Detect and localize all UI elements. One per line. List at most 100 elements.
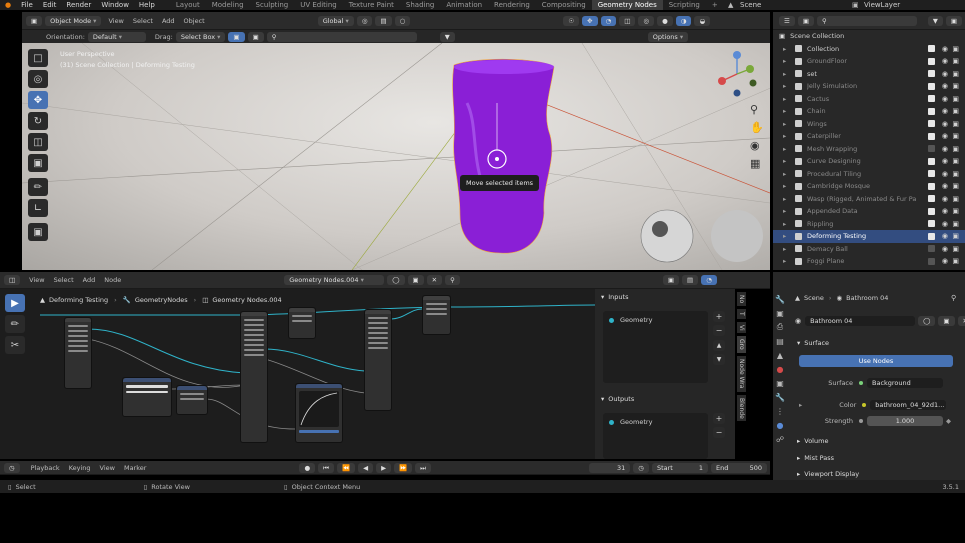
constraints-tab-icon[interactable]: ☍ [775, 434, 785, 444]
visibility-eye-icon[interactable]: ◉ [942, 170, 948, 178]
expand-arrow-icon[interactable]: ▸ [783, 107, 786, 115]
outliner-item[interactable]: ▸ Deforming Testing ◉ ▣ [773, 230, 965, 243]
render-camera-icon[interactable]: ▣ [952, 107, 959, 115]
select-mode-extend-icon[interactable]: ▣ [247, 31, 264, 42]
use-nodes-button[interactable]: Use Nodes [799, 355, 953, 367]
preview-range-icon[interactable]: ◷ [633, 462, 649, 473]
scene-tab-icon[interactable]: ▲ [775, 350, 785, 360]
scene-icon[interactable]: ▲ [728, 0, 733, 10]
editor-type-icon[interactable]: ▣ [26, 15, 43, 26]
keying-menu[interactable]: Keying [69, 464, 91, 472]
tab-blenderkit[interactable]: Blende [737, 394, 746, 422]
start-frame-field[interactable]: Start 1 [651, 462, 708, 473]
world-name-field[interactable]: Bathroom 04 [805, 316, 916, 326]
exclude-checkbox[interactable] [928, 207, 935, 215]
blender-logo-icon[interactable]: ● [0, 0, 16, 10]
playback-menu[interactable]: Playback [31, 464, 60, 472]
render-camera-icon[interactable]: ▣ [952, 257, 959, 265]
node-tree-selector[interactable]: Geometry Nodes.004 [284, 275, 385, 285]
view-layer-icon[interactable]: ▣ [852, 0, 859, 10]
render-camera-icon[interactable]: ▣ [952, 132, 959, 140]
outliner-search-field[interactable]: ⚲ [816, 15, 917, 26]
tab-animation[interactable]: Animation [440, 0, 488, 10]
tab-tool[interactable]: T [737, 309, 746, 319]
exclude-checkbox[interactable] [928, 170, 935, 178]
exclude-checkbox[interactable] [928, 120, 935, 128]
visibility-eye-icon[interactable]: ◉ [942, 57, 948, 65]
expand-arrow-icon[interactable]: ▸ [783, 232, 786, 240]
visibility-eye-icon[interactable]: ◉ [942, 182, 948, 190]
expand-arrow-icon[interactable]: ▸ [783, 132, 786, 140]
exclude-checkbox[interactable] [928, 245, 935, 253]
node-set-position[interactable] [240, 311, 268, 443]
expand-color-icon[interactable]: ▸ [799, 401, 802, 409]
filter-icon[interactable]: ▼ [439, 31, 455, 42]
shading-solid-icon[interactable]: ● [657, 15, 673, 26]
expand-arrow-icon[interactable]: ▸ [783, 145, 786, 153]
modifier-tab-icon[interactable]: 🔧 [775, 392, 785, 402]
node-join-geometry[interactable] [364, 309, 392, 411]
surface-panel-header[interactable]: ▾ Surface [797, 337, 829, 349]
outliner-scene-collection[interactable]: ▣ Scene Collection [773, 30, 965, 43]
tab-view[interactable]: Vi [737, 321, 746, 334]
scale-tool-icon[interactable]: ◫ [28, 133, 48, 151]
volume-panel-header[interactable]: ▸ Volume [797, 435, 828, 447]
jump-start-icon[interactable]: ⏮ [318, 462, 334, 473]
render-tab-icon[interactable]: ▣ [775, 308, 785, 318]
visibility-eye-icon[interactable]: ◉ [942, 157, 948, 165]
zoom-view-icon[interactable]: ⚲ [750, 103, 758, 116]
navigation-gizmo[interactable] [712, 49, 762, 99]
move-tool-icon[interactable]: ✥ [28, 91, 48, 109]
world-fake-user-icon[interactable]: ◯ [918, 316, 936, 326]
expand-arrow-icon[interactable]: ▸ [783, 195, 786, 203]
exclude-checkbox[interactable] [928, 57, 935, 65]
node-overlays-toggle-icon[interactable]: ◔ [701, 275, 717, 285]
node-group-output[interactable] [422, 295, 451, 335]
tab-compositing[interactable]: Compositing [536, 0, 592, 10]
node-math[interactable] [176, 385, 208, 415]
exclude-checkbox[interactable] [928, 232, 935, 240]
render-camera-icon[interactable]: ▣ [952, 220, 959, 228]
view-layer-tab-icon[interactable]: ▤ [775, 336, 785, 346]
expand-arrow-icon[interactable]: ▸ [783, 220, 786, 228]
annotate-tool-icon[interactable]: ✏ [28, 178, 48, 196]
scene-name[interactable]: Scene [740, 0, 761, 10]
physics-tab-icon[interactable]: ● [775, 420, 785, 430]
outliner-item[interactable]: ▸ Cactus ◉ ▣ [773, 93, 965, 106]
tab-geometry-nodes[interactable]: Geometry Nodes [591, 0, 663, 10]
outliner-item[interactable]: ▸ GroundFloor ◉ ▣ [773, 55, 965, 68]
jump-end-icon[interactable]: ⏭ [415, 462, 432, 473]
output-socket-geometry[interactable]: Geometry [603, 413, 708, 431]
selectability-icon[interactable]: ☉ [563, 15, 580, 26]
particles-tab-icon[interactable]: ⋮ [775, 406, 785, 416]
surface-shader-field[interactable]: Background [867, 377, 943, 388]
outliner-item[interactable]: ▸ Chain ◉ ▣ [773, 105, 965, 118]
tab-rendering[interactable]: Rendering [488, 0, 536, 10]
world-tab-icon[interactable]: ● [775, 364, 785, 374]
world-duplicate-icon[interactable]: ▣ [938, 316, 955, 326]
viewport-canvas[interactable]: User Perspective (31) Scene Collection |… [22, 43, 770, 270]
timeline-editor-type-icon[interactable]: ◷ [4, 462, 20, 473]
tool-tab-icon[interactable]: 🔧 [775, 294, 785, 304]
node-canvas[interactable]: ▲ Deforming Testing › 🔧 GeometryNodes › … [0, 289, 595, 459]
render-camera-icon[interactable]: ▣ [952, 45, 959, 53]
duplicate-tree-icon[interactable]: ▣ [407, 275, 424, 285]
add-output-icon[interactable]: + [713, 413, 725, 424]
expand-arrow-icon[interactable]: ▸ [783, 120, 786, 128]
transform-tool-icon[interactable]: ▣ [28, 154, 48, 172]
render-camera-icon[interactable]: ▣ [952, 57, 959, 65]
visibility-eye-icon[interactable]: ◉ [942, 207, 948, 215]
shading-wireframe-icon[interactable]: ◎ [638, 15, 655, 26]
menu-file[interactable]: File [16, 0, 38, 10]
tab-node-wrangler[interactable]: Node Wra [737, 356, 746, 392]
color-texture-field[interactable]: bathroom_04_92d1... [870, 399, 947, 410]
outliner-item[interactable]: ▸ Wasp (Rigged, Animated & Fur Pa ◉ ▣ [773, 193, 965, 206]
cursor-tool-icon[interactable]: ◎ [28, 70, 48, 88]
select-box-tool-icon[interactable]: □ [28, 49, 48, 67]
viewport-menu-object[interactable]: Object [184, 17, 205, 25]
render-camera-icon[interactable]: ▣ [952, 245, 959, 253]
visibility-eye-icon[interactable]: ◉ [942, 195, 948, 203]
expand-arrow-icon[interactable]: ▸ [783, 45, 786, 53]
visibility-eye-icon[interactable]: ◉ [942, 245, 948, 253]
marker-menu[interactable]: Marker [124, 464, 146, 472]
